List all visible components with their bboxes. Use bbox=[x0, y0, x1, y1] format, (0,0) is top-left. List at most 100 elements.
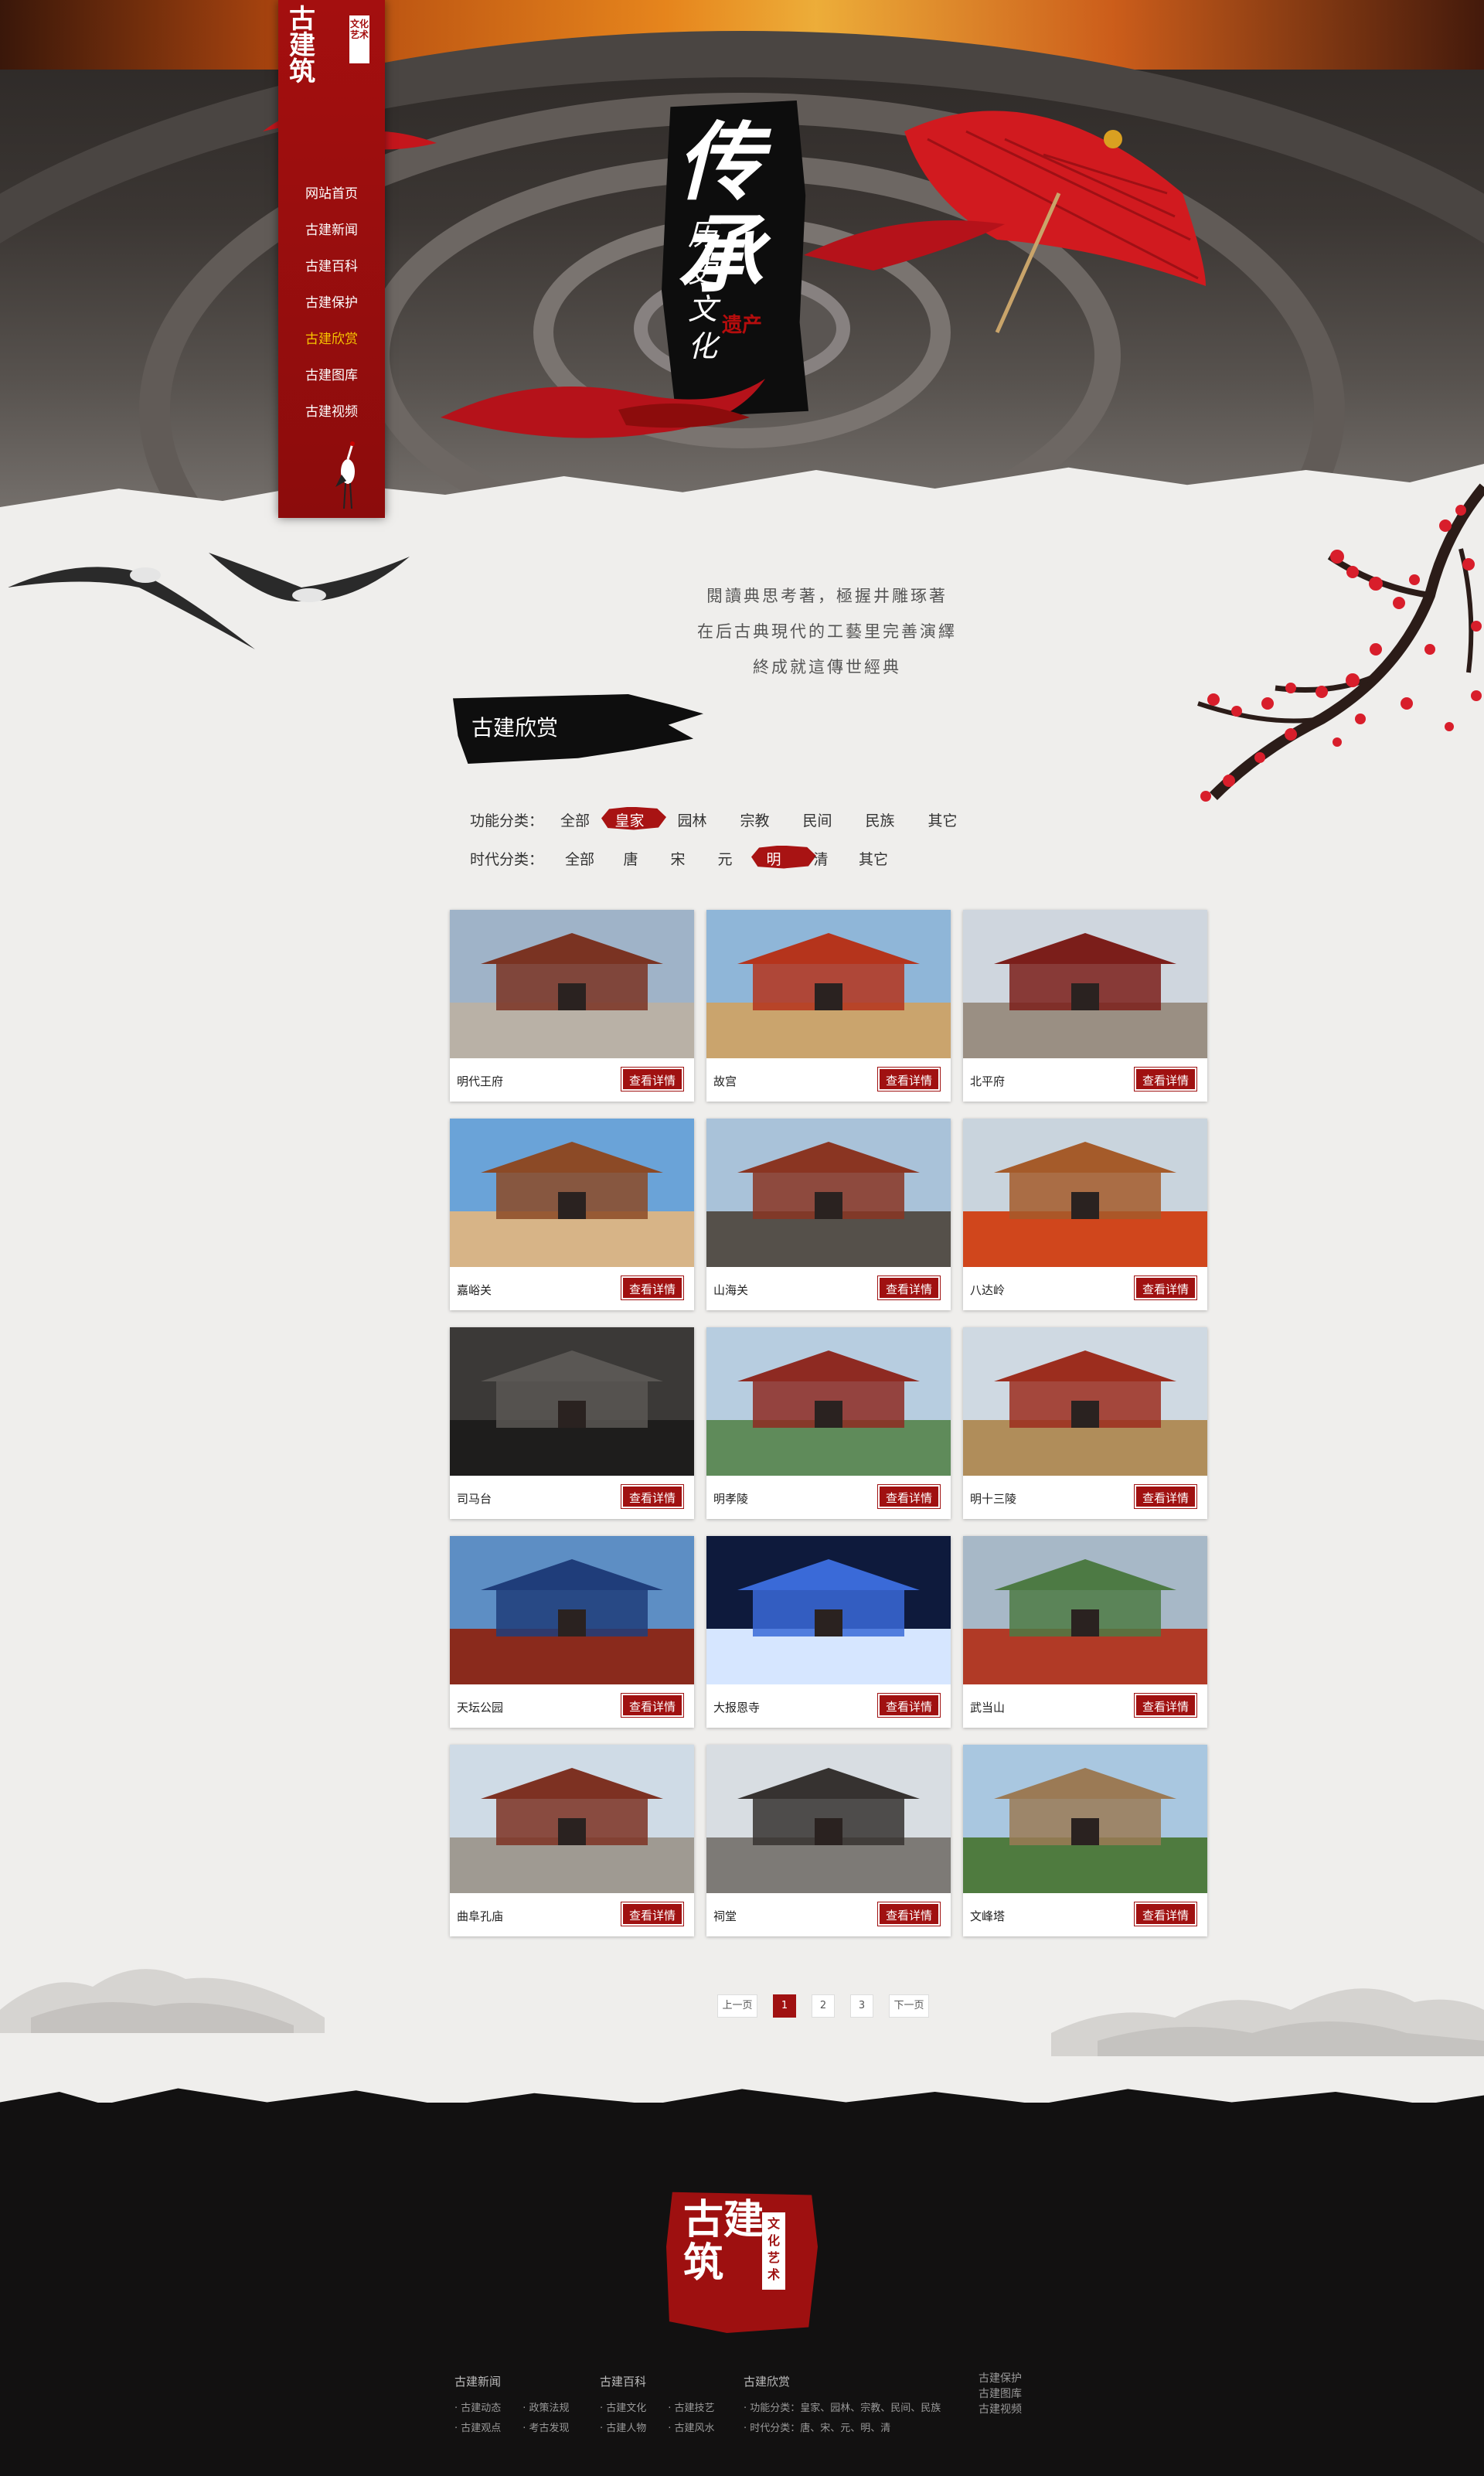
view-details-button[interactable]: 查看详情 bbox=[877, 1693, 941, 1718]
footer-link[interactable]: 古建视频 bbox=[979, 2401, 1022, 2416]
filter-option[interactable]: 宋 bbox=[654, 848, 702, 869]
footer-link[interactable]: · 古建文化 bbox=[600, 2399, 646, 2419]
building-photo[interactable] bbox=[963, 1745, 1207, 1893]
building-card[interactable]: 山海关 查看详情 bbox=[706, 1119, 951, 1310]
building-photo[interactable] bbox=[450, 1745, 694, 1893]
nav-item-news[interactable]: 古建新闻 bbox=[278, 219, 385, 255]
footer-col-news: 古建新闻 · 古建动态 · 政策法规 · 古建观点 · 考古发现 bbox=[454, 2373, 570, 2439]
footer-link[interactable]: · 古建技艺 bbox=[668, 2399, 714, 2419]
prev-page-button[interactable]: 上一页 bbox=[717, 1994, 757, 2018]
footer-logo-seal: 文化艺术 bbox=[762, 2212, 785, 2290]
footer-logo[interactable]: 古建筑 文化艺术 bbox=[666, 2192, 818, 2333]
filter-option[interactable]: 其它 bbox=[911, 809, 974, 830]
building-card[interactable]: 八达岭 查看详情 bbox=[963, 1119, 1207, 1310]
building-photo[interactable] bbox=[706, 1536, 951, 1684]
building-card[interactable]: 司马台 查看详情 bbox=[450, 1327, 694, 1519]
filter-option[interactable]: 全部 bbox=[552, 848, 608, 869]
building-card[interactable]: 文峰塔 查看详情 bbox=[963, 1745, 1207, 1936]
site-logo[interactable]: 古建筑 文化艺术 bbox=[289, 5, 374, 90]
footer-link[interactable]: · 功能分类：皇家、园林、宗教、民间、民族 bbox=[744, 2399, 941, 2419]
view-details-button[interactable]: 查看详情 bbox=[621, 1693, 684, 1718]
view-details-button[interactable]: 查看详情 bbox=[877, 1275, 941, 1300]
filter-option[interactable]: 其它 bbox=[842, 848, 904, 869]
nav-item-appreciation[interactable]: 古建欣赏 bbox=[278, 328, 385, 364]
calligraphy-sub: 历史文化 bbox=[688, 218, 718, 363]
filter-option[interactable]: 全部 bbox=[552, 809, 598, 830]
building-photo[interactable] bbox=[450, 1119, 694, 1267]
building-card[interactable]: 嘉峪关 查看详情 bbox=[450, 1119, 694, 1310]
footer-link[interactable]: · 古建动态 bbox=[454, 2399, 501, 2419]
building-photo[interactable] bbox=[963, 1119, 1207, 1267]
view-details-button[interactable]: 查看详情 bbox=[1134, 1693, 1197, 1718]
building-photo[interactable] bbox=[963, 1536, 1207, 1684]
footer-col-title[interactable]: 古建欣赏 bbox=[744, 2373, 941, 2389]
footer-link[interactable]: · 考古发现 bbox=[522, 2419, 569, 2439]
plum-blossom-decoration bbox=[1197, 483, 1484, 802]
view-details-button[interactable]: 查看详情 bbox=[621, 1484, 684, 1509]
building-card[interactable]: 大报恩寺 查看详情 bbox=[706, 1536, 951, 1728]
filter-option[interactable]: 园林 bbox=[661, 809, 723, 830]
footer-link[interactable]: 古建图库 bbox=[979, 2386, 1022, 2401]
filter-option[interactable]: 清 bbox=[799, 848, 842, 869]
nav-item-gallery[interactable]: 古建图库 bbox=[278, 364, 385, 400]
footer-link[interactable]: · 政策法规 bbox=[522, 2399, 569, 2419]
filter-option[interactable]: 唐 bbox=[608, 848, 654, 869]
filter-option-selected[interactable]: 皇家 bbox=[598, 809, 661, 830]
page-button[interactable]: 3 bbox=[850, 1994, 873, 2018]
view-details-button[interactable]: 查看详情 bbox=[621, 1067, 684, 1092]
building-photo[interactable] bbox=[963, 1327, 1207, 1476]
building-card[interactable]: 明代王府 查看详情 bbox=[450, 910, 694, 1102]
building-card[interactable]: 明孝陵 查看详情 bbox=[706, 1327, 951, 1519]
nav-item-encyclopedia[interactable]: 古建百科 bbox=[278, 255, 385, 291]
view-details-button[interactable]: 查看详情 bbox=[621, 1275, 684, 1300]
view-details-button[interactable]: 查看详情 bbox=[877, 1484, 941, 1509]
nav-item-protection[interactable]: 古建保护 bbox=[278, 291, 385, 328]
building-card[interactable]: 曲阜孔庙 查看详情 bbox=[450, 1745, 694, 1936]
building-photo[interactable] bbox=[450, 1536, 694, 1684]
building-photo[interactable] bbox=[450, 910, 694, 1058]
building-name: 山海关 bbox=[713, 1283, 749, 1297]
footer-link[interactable]: · 时代分类：唐、宋、元、明、清 bbox=[744, 2419, 890, 2439]
filter-option[interactable]: 元 bbox=[702, 848, 748, 869]
building-card[interactable]: 祠堂 查看详情 bbox=[706, 1745, 951, 1936]
building-card[interactable]: 北平府 查看详情 bbox=[963, 910, 1207, 1102]
poem-line: 在后古典現代的工藝里完善演繹 bbox=[697, 622, 957, 641]
building-photo[interactable] bbox=[963, 910, 1207, 1058]
building-photo[interactable] bbox=[706, 1745, 951, 1893]
filter-option-selected[interactable]: 明 bbox=[748, 848, 799, 869]
building-card[interactable]: 明十三陵 查看详情 bbox=[963, 1327, 1207, 1519]
footer-link[interactable]: · 古建观点 bbox=[454, 2419, 501, 2439]
building-photo[interactable] bbox=[706, 1327, 951, 1476]
footer-col-title[interactable]: 古建新闻 bbox=[454, 2373, 570, 2389]
building-photo[interactable] bbox=[706, 1119, 951, 1267]
footer-link[interactable]: · 古建风水 bbox=[668, 2419, 714, 2439]
view-details-button[interactable]: 查看详情 bbox=[877, 1902, 941, 1926]
building-photo[interactable] bbox=[706, 910, 951, 1058]
view-details-button[interactable]: 查看详情 bbox=[1134, 1902, 1197, 1926]
view-details-button[interactable]: 查看详情 bbox=[1134, 1275, 1197, 1300]
view-details-button[interactable]: 查看详情 bbox=[877, 1067, 941, 1092]
footer-col-more: 古建保护 古建图库 古建视频 bbox=[979, 2370, 1022, 2416]
building-name: 八达岭 bbox=[970, 1283, 1006, 1297]
footer-link[interactable]: · 古建人物 bbox=[600, 2419, 646, 2439]
building-card[interactable]: 故宫 查看详情 bbox=[706, 910, 951, 1102]
filter-row-era: 时代分类： 全部 唐 宋 元 明 清 其它 bbox=[470, 839, 1011, 877]
view-details-button[interactable]: 查看详情 bbox=[1134, 1067, 1197, 1092]
page-button-current[interactable]: 1 bbox=[773, 1994, 796, 2018]
filter-option[interactable]: 宗教 bbox=[723, 809, 786, 830]
building-photo[interactable] bbox=[450, 1327, 694, 1476]
view-details-button[interactable]: 查看详情 bbox=[1134, 1484, 1197, 1509]
site-footer: 古建筑 文化艺术 古建新闻 · 古建动态 · 政策法规 · 古建观点 · 考古发现 … bbox=[0, 2088, 1484, 2476]
building-card[interactable]: 武当山 查看详情 bbox=[963, 1536, 1207, 1728]
view-details-button[interactable]: 查看详情 bbox=[621, 1902, 684, 1926]
filter-option[interactable]: 民间 bbox=[786, 809, 849, 830]
footer-link[interactable]: 古建保护 bbox=[979, 2370, 1022, 2386]
building-card[interactable]: 天坛公园 查看详情 bbox=[450, 1536, 694, 1728]
footer-col-title[interactable]: 古建百科 bbox=[600, 2373, 715, 2389]
filter-option[interactable]: 民族 bbox=[849, 809, 911, 830]
nav-item-video[interactable]: 古建视频 bbox=[278, 400, 385, 437]
nav-item-home[interactable]: 网站首页 bbox=[278, 182, 385, 219]
next-page-button[interactable]: 下一页 bbox=[889, 1994, 929, 2018]
logo-text: 古建筑 bbox=[289, 4, 317, 87]
page-button[interactable]: 2 bbox=[812, 1994, 835, 2018]
